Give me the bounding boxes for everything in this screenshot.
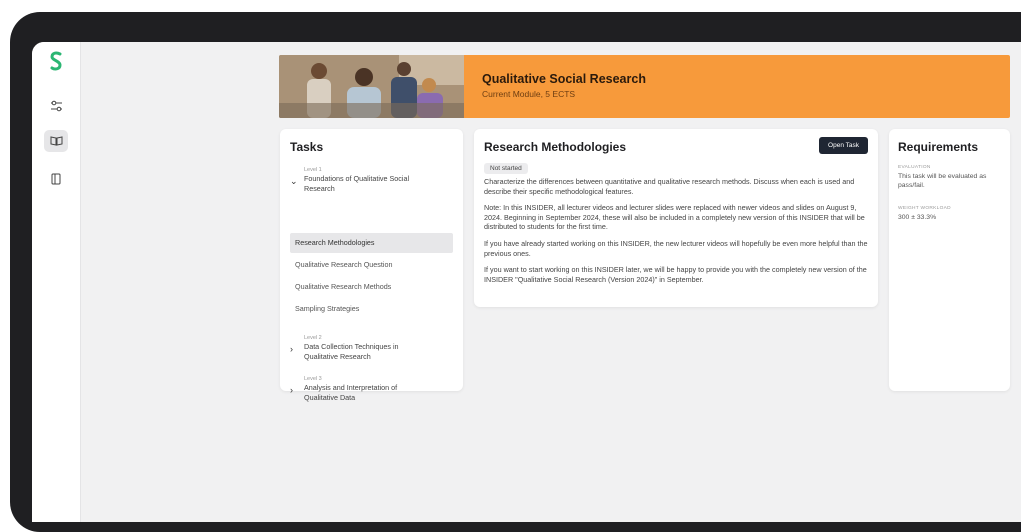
level-2-group[interactable]: › Level 2 Data Collection Techniques in … (290, 335, 424, 362)
level-2-title[interactable]: Data Collection Techniques in Qualitativ… (304, 342, 424, 362)
weight-label: WEIGHT WORKLOAD (898, 206, 951, 211)
status-badge: Not started (484, 163, 528, 174)
chevron-right-icon[interactable]: › (290, 335, 304, 362)
chevron-down-icon[interactable]: ⌄ (290, 167, 304, 194)
app-screen: Qualitative Social Research Current Modu… (32, 42, 1021, 522)
task-detail-panel: Research Methodologies Not started Open … (474, 129, 878, 307)
level-3-group[interactable]: › Level 3 Analysis and Interpretation of… (290, 376, 424, 403)
book-icon[interactable] (44, 130, 68, 152)
task-description: Characterize the differences between qua… (484, 177, 868, 291)
description-paragraph: Characterize the differences between qua… (484, 177, 855, 196)
description-paragraph: If you want to start working on this INS… (484, 265, 867, 284)
description-paragraph: Note: In this INSIDER, all lecturer vide… (484, 203, 865, 232)
level-3-meta: Level 3 (304, 376, 322, 382)
module-photo (279, 55, 464, 118)
open-task-button[interactable]: Open Task (819, 137, 868, 154)
banner-text: Qualitative Social Research Current Modu… (464, 55, 1010, 118)
module-banner: Qualitative Social Research Current Modu… (279, 55, 1010, 118)
description-paragraph: If you have already started working on t… (484, 238, 868, 258)
level-1-group[interactable]: ⌄ Level 1 Foundations of Qualitative Soc… (290, 167, 424, 194)
logo-icon[interactable] (44, 50, 68, 72)
task-item-qualitative-research-methods[interactable]: Qualitative Research Methods (290, 277, 453, 297)
evaluation-label: EVALUATION (898, 165, 931, 170)
level-1-title[interactable]: Foundations of Qualitative Social Resear… (304, 174, 424, 194)
module-subtitle: Current Module, 5 ECTS (482, 89, 576, 99)
panel-icon[interactable] (44, 168, 68, 190)
level-2-meta: Level 2 (304, 335, 322, 341)
level-3-title[interactable]: Analysis and Interpretation of Qualitati… (304, 383, 424, 403)
module-title: Qualitative Social Research (482, 72, 646, 86)
evaluation-value: This task will be evaluated as pass/fail… (898, 173, 987, 189)
sidebar-rail (32, 42, 81, 522)
level-1-meta: Level 1 (304, 167, 322, 173)
requirements-heading: Requirements (898, 140, 979, 154)
weight-value: 300 ± 33.3% (898, 214, 937, 221)
tasks-heading: Tasks (290, 140, 324, 154)
device-frame: Qualitative Social Research Current Modu… (10, 12, 1021, 532)
task-title: Research Methodologies (484, 140, 627, 154)
task-item-qualitative-research-question[interactable]: Qualitative Research Question (290, 255, 453, 275)
task-item-research-methodologies[interactable]: Research Methodologies (290, 233, 453, 253)
chevron-right-icon[interactable]: › (290, 376, 304, 403)
requirements-panel: Requirements EVALUATION This task will b… (889, 129, 1010, 391)
tasks-panel: Tasks ⌄ Level 1 Foundations of Qualitati… (280, 129, 463, 402)
task-item-sampling-strategies[interactable]: Sampling Strategies (290, 299, 453, 319)
sliders-icon[interactable] (44, 95, 68, 117)
